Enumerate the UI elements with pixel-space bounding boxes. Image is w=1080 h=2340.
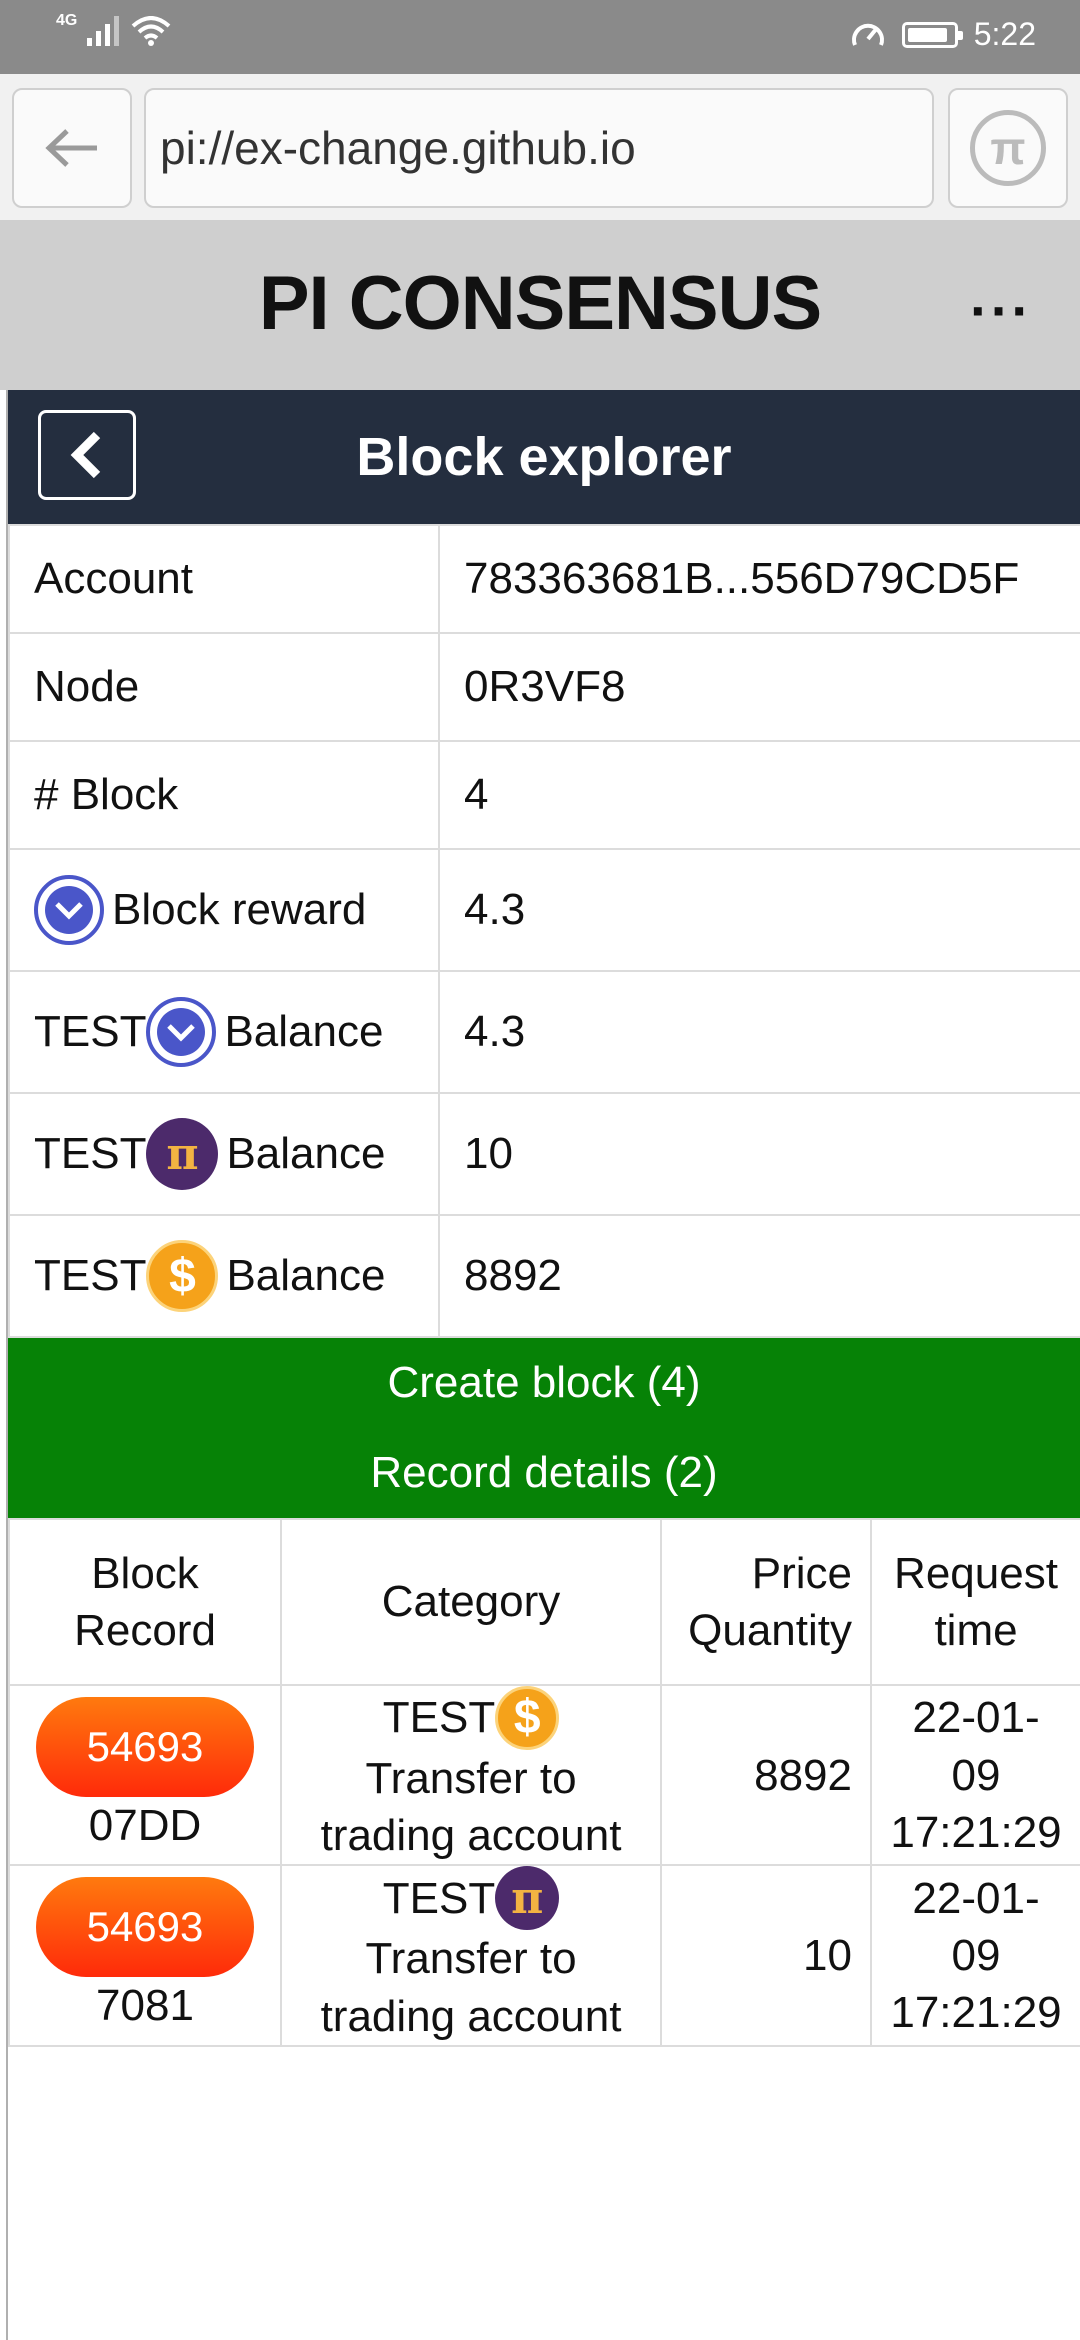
balance-label: Balance [226,1129,386,1178]
status-left: 4G [56,12,171,46]
header-block-record: Block Record [8,1518,282,1686]
main-content: Block explorer Account 783363681B...556D… [6,390,1080,2340]
record-id: 07DD [88,1800,202,1850]
balance-label: Balance [226,1251,386,1300]
test-prefix: TEST [34,1007,147,1056]
account-row: Account 783363681B...556D79CD5F [8,524,1080,634]
quantity-cell: 10 [660,1864,872,2047]
address-bar[interactable]: pi://ex-change.github.io [144,88,934,208]
block-value: 4 [438,740,1080,850]
balance-label: Balance [224,1007,384,1056]
request-time-cell: 22-01- 09 17:21:29 [870,1683,1080,1867]
request-time-cell: 22-01- 09 17:21:29 [870,1864,1080,2047]
block-reward-value: 4.3 [438,848,1080,972]
explorer-header: Block explorer [8,390,1080,524]
category-line: trading account [320,1811,622,1861]
test-prefix: TEST [34,1129,147,1178]
header-category: Category [280,1518,662,1686]
pi-logo-icon: π [970,110,1046,186]
create-block-button[interactable]: Create block (4) [8,1338,1080,1428]
action-bar: Create block (4) Record details (2) [8,1338,1080,1518]
test-pi-balance-value: 10 [438,1092,1080,1216]
speedometer-icon [851,23,884,46]
v-coin-icon [34,875,104,945]
node-value: 0R3VF8 [438,632,1080,742]
test-pi-balance-row: TEST π Balance 10 [8,1092,1080,1216]
browser-back-button[interactable] [12,88,132,208]
signal-icon [87,16,120,46]
more-menu-button[interactable]: ··· [970,278,1032,343]
node-label: Node [8,632,440,742]
dollar-coin-icon: $ [495,1686,560,1750]
record-details-button[interactable]: Record details (2) [8,1428,1080,1518]
account-value: 783363681B...556D79CD5F [438,524,1080,634]
block-label: # Block [8,740,440,850]
record-id: 7081 [96,1980,194,2030]
wifi-icon [132,16,171,46]
block-row: # Block 4 [8,740,1080,850]
quantity-cell: 8892 [660,1683,872,1867]
pi-coin-icon: π [495,1866,560,1931]
block-number-badge[interactable]: 54693 [36,1696,254,1797]
app-title: PI CONSENSUS [258,261,822,346]
browser-toolbar: pi://ex-change.github.io π [0,74,1080,220]
account-info-table: Account 783363681B...556D79CD5F Node 0R3… [8,524,1080,1338]
test-prefix: TEST [34,1251,147,1300]
pi-coin-icon: π [146,1118,219,1190]
test-usd-balance-value: 8892 [438,1214,1080,1338]
test-v-balance-value: 4.3 [438,970,1080,1094]
test-v-balance-row: TEST Balance 4.3 [8,970,1080,1094]
v-coin-icon [146,997,217,1067]
account-label: Account [8,524,440,634]
records-header-row: Block Record Category Price Quantity Req… [8,1518,1080,1686]
category-prefix: TEST [382,1693,496,1743]
category-prefix: TEST [382,1873,496,1923]
header-request-time: Request time [870,1518,1080,1686]
clock: 5:22 [973,16,1036,52]
status-right: 5:22 [850,16,1036,53]
node-row: Node 0R3VF8 [8,632,1080,742]
records-table: Block Record Category Price Quantity Req… [8,1518,1080,2047]
url-text: pi://ex-change.github.io [160,122,636,174]
table-row: 54693 07DD TEST $ Transfer to trading ac… [8,1683,1080,1867]
network-type: 4G [56,12,78,29]
dollar-coin-icon: $ [146,1240,219,1312]
block-reward-row: Block reward 4.3 [8,848,1080,972]
category-line: Transfer to [365,1934,577,1984]
pi-browser-button[interactable]: π [948,88,1068,208]
block-reward-label: Block reward [112,885,367,934]
status-bar: 4G 5:22 [0,0,1080,74]
header-price-quantity: Price Quantity [660,1518,872,1686]
test-usd-balance-row: TEST $ Balance 8892 [8,1214,1080,1338]
battery-icon [901,21,963,48]
arrow-left-icon [45,129,97,167]
category-line: trading account [320,1991,622,2041]
category-line: Transfer to [365,1754,577,1803]
app-header: PI CONSENSUS ··· [0,220,1080,390]
block-number-badge[interactable]: 54693 [36,1876,254,1977]
table-row: 54693 7081 TEST π Transfer to trading ac… [8,1864,1080,2047]
explorer-title: Block explorer [356,427,732,487]
